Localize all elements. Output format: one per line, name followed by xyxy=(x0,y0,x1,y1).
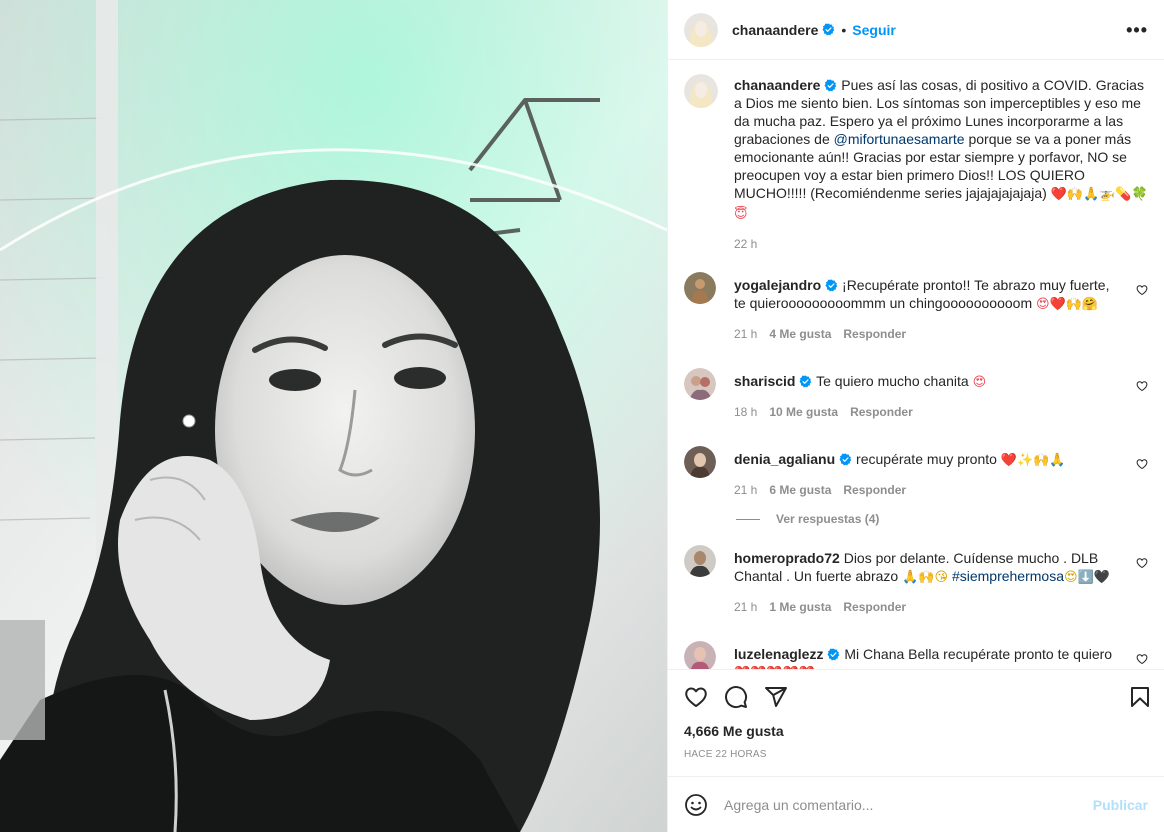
bookmark-icon[interactable] xyxy=(1128,685,1152,709)
comment-input[interactable] xyxy=(724,796,1093,813)
comment-emojis: ❤️❤️❤️❤️❤️ xyxy=(734,666,815,669)
comment-text: Te quiero mucho chanita xyxy=(816,373,973,389)
comment-timestamp[interactable]: 21 h xyxy=(734,327,757,341)
caption-mention-link[interactable]: @mifortunaesamarte xyxy=(834,131,965,147)
paper-plane-icon[interactable] xyxy=(764,685,788,709)
reply-button[interactable]: Responder xyxy=(843,483,906,497)
comment-username[interactable]: luzelenaglezz xyxy=(734,646,823,662)
verified-badge-icon xyxy=(839,453,852,466)
comment-username[interactable]: denia_agalianu xyxy=(734,451,835,467)
hashtag-link[interactable]: #siemprehermosa xyxy=(952,568,1064,584)
author-username[interactable]: chanaandere xyxy=(732,22,818,38)
comment-bubble-icon[interactable] xyxy=(724,685,748,709)
comment-username[interactable]: yogalejandro xyxy=(734,277,821,293)
reply-button[interactable]: Responder xyxy=(843,600,906,614)
comment-emojis: 🙏🙌😘 xyxy=(902,570,949,585)
comment-username[interactable]: shariscid xyxy=(734,373,795,389)
comment-like-heart-icon[interactable] xyxy=(1136,458,1148,470)
verified-badge-icon xyxy=(828,648,840,661)
comment-item: shariscid Te quiero mucho chanita 😍 18 h… xyxy=(684,368,1148,419)
instagram-post-modal: chanaandere • Seguir ••• chanaandere Pue… xyxy=(0,0,1164,832)
post-actions-bar xyxy=(668,669,1164,723)
reply-button[interactable]: Responder xyxy=(843,327,906,341)
verified-badge-icon xyxy=(824,79,837,92)
comment-item: yogalejandro ¡Recupérate pronto!! Te abr… xyxy=(684,272,1148,341)
comment-likes-count[interactable]: 6 Me gusta xyxy=(769,483,831,497)
caption-timestamp[interactable]: 22 h xyxy=(734,237,1148,251)
comments-section[interactable]: chanaandere Pues así las cosas, di posit… xyxy=(668,60,1164,669)
verified-badge-icon xyxy=(825,279,838,292)
comment-timestamp[interactable]: 18 h xyxy=(734,405,757,419)
commenter-avatar[interactable] xyxy=(684,545,716,577)
view-replies-label: Ver respuestas (4) xyxy=(776,512,880,526)
view-replies-button[interactable]: Ver respuestas (4) xyxy=(736,512,1148,526)
commenter-avatar[interactable] xyxy=(684,641,716,669)
heart-icon[interactable] xyxy=(684,685,708,709)
comment-like-heart-icon[interactable] xyxy=(1136,380,1148,392)
comment-emojis-after: 😍⬇️🖤 xyxy=(1064,570,1110,585)
replies-divider xyxy=(736,518,760,520)
verified-badge-icon xyxy=(822,23,835,36)
comment-like-heart-icon[interactable] xyxy=(1136,557,1148,569)
comment-likes-count[interactable]: 4 Me gusta xyxy=(769,327,831,341)
comment-like-heart-icon[interactable] xyxy=(1136,653,1148,665)
publish-button[interactable]: Publicar xyxy=(1093,797,1148,813)
selfie-image xyxy=(0,0,667,832)
follow-button[interactable]: Seguir xyxy=(852,22,896,38)
comment-emojis: 😍 xyxy=(972,375,987,390)
post-sidebar: chanaandere • Seguir ••• chanaandere Pue… xyxy=(667,0,1164,832)
post-header: chanaandere • Seguir ••• xyxy=(668,0,1164,60)
comment-timestamp[interactable]: 21 h xyxy=(734,483,757,497)
comment-text: Mi Chana Bella recupérate pronto te quie… xyxy=(844,646,1113,662)
commenter-avatar[interactable] xyxy=(684,272,716,304)
smiley-icon[interactable] xyxy=(684,793,708,817)
comment-text: recupérate muy pronto xyxy=(856,451,1001,467)
author-avatar[interactable] xyxy=(684,12,718,47)
comment-likes-count[interactable]: 1 Me gusta xyxy=(769,600,831,614)
comment-like-heart-icon[interactable] xyxy=(1136,284,1148,296)
comment-username[interactable]: homeroprado72 xyxy=(734,550,840,566)
reply-button[interactable]: Responder xyxy=(850,405,913,419)
comment-likes-count[interactable]: 10 Me gusta xyxy=(769,405,838,419)
separator-dot: • xyxy=(841,21,847,38)
commenter-avatar[interactable] xyxy=(684,368,716,400)
commenter-avatar[interactable] xyxy=(684,446,716,478)
caption-username[interactable]: chanaandere xyxy=(734,77,820,93)
comment-item: denia_agalianu recupérate muy pronto ❤️✨… xyxy=(684,446,1148,497)
post-timestamp[interactable]: HACE 22 HORAS xyxy=(668,749,1164,760)
verified-badge-icon xyxy=(800,375,812,388)
add-comment-bar: Publicar xyxy=(668,776,1164,832)
likes-count[interactable]: 4,666 Me gusta xyxy=(668,723,1164,739)
post-caption: chanaandere Pues así las cosas, di posit… xyxy=(684,74,1148,251)
comment-timestamp[interactable]: 21 h xyxy=(734,600,757,614)
more-options-icon[interactable]: ••• xyxy=(1126,21,1148,39)
comment-item: homeroprado72 Dios por delante. Cuídense… xyxy=(684,545,1148,614)
post-photo[interactable] xyxy=(0,0,667,832)
comment-emojis: 😍❤️🙌🤗 xyxy=(1036,297,1099,312)
caption-avatar[interactable] xyxy=(684,74,718,108)
comment-emojis: ❤️✨🙌🙏 xyxy=(1000,453,1066,468)
comment-item: luzelenaglezz Mi Chana Bella recupérate … xyxy=(684,641,1148,669)
